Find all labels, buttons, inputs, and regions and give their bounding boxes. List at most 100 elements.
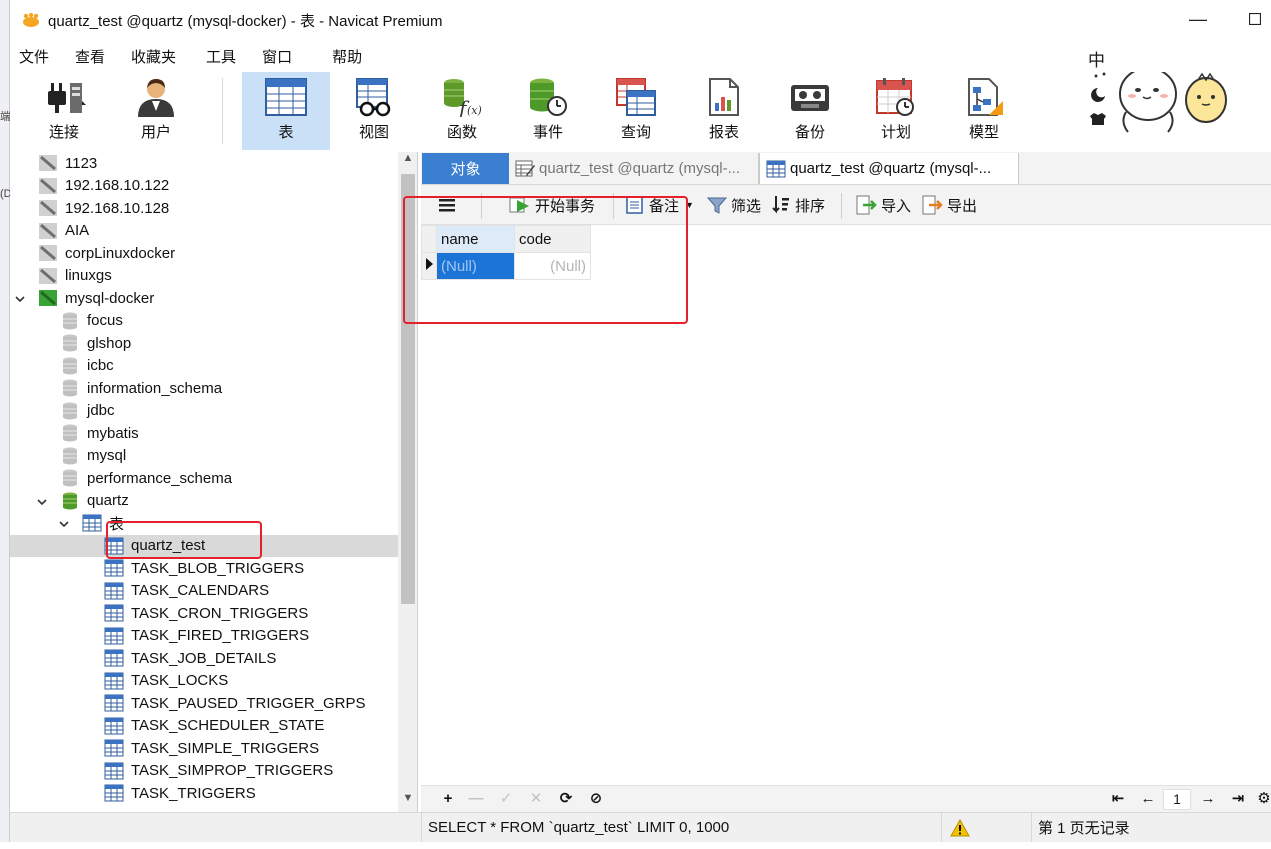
tab-objects[interactable]: 对象 — [422, 153, 509, 184]
view-icon — [356, 78, 391, 117]
minimize-button[interactable]: — — [1186, 8, 1210, 32]
sort-button[interactable]: 排序 — [771, 193, 825, 217]
tab-data-label: quartz_test @quartz (mysql-... — [790, 160, 992, 177]
table-icon — [104, 627, 124, 645]
tree-database[interactable]: information_schema — [10, 377, 398, 400]
user-icon — [138, 79, 174, 117]
scroll-up-icon[interactable]: ▲ — [398, 152, 417, 170]
function-button[interactable]: f (x) 函数 — [428, 72, 496, 150]
record-navigation-bar: + — ✓ ✕ ⟳ ⊘ ⇤ ← 1 → ⇥ ⚙ — [421, 785, 1271, 812]
tree-table[interactable]: TASK_CRON_TRIGGERS — [10, 602, 398, 625]
database-icon — [60, 312, 80, 330]
menu-tools[interactable]: 工具 — [199, 46, 243, 67]
tree-item-label: 1123 — [65, 154, 98, 172]
tree-table[interactable]: TASK_PAUSED_TRIGGER_GRPS — [10, 692, 398, 715]
tree-table[interactable]: TASK_BLOB_TRIGGERS — [10, 557, 398, 580]
tree-database-quartz[interactable]: quartz — [10, 490, 398, 513]
filter-label: 筛选 — [731, 197, 762, 215]
tree-views-group[interactable]: 视图 — [10, 805, 398, 813]
tree-table[interactable]: TASK_SIMPLE_TRIGGERS — [10, 737, 398, 760]
status-warning[interactable] — [941, 813, 1031, 842]
tree-item-label: icbc — [87, 357, 114, 375]
filter-button[interactable]: 筛选 — [707, 193, 761, 217]
tree-database[interactable]: focus — [10, 310, 398, 333]
highlight-box-grid — [403, 196, 688, 324]
last-page-button[interactable]: ⇥ — [1229, 790, 1247, 808]
tree-connection-mysql-docker[interactable]: mysql-docker — [10, 287, 398, 310]
tree-database[interactable]: mysql — [10, 445, 398, 468]
navicat-window: quartz_test @quartz (mysql-docker) - 表 -… — [10, 0, 1271, 842]
export-button[interactable]: 导出 — [921, 193, 977, 217]
discard-changes-button[interactable]: ✕ — [527, 790, 545, 808]
table-button[interactable]: 表 — [242, 72, 330, 150]
report-button[interactable]: 报表 — [690, 72, 758, 150]
next-page-button[interactable]: → — [1199, 790, 1217, 808]
tree-database[interactable]: glshop — [10, 332, 398, 355]
tree-database[interactable]: mybatis — [10, 422, 398, 445]
event-button[interactable]: 事件 — [514, 72, 582, 150]
scroll-down-icon[interactable]: ▼ — [398, 792, 417, 810]
chevron-down-icon[interactable] — [58, 517, 70, 529]
tree-database[interactable]: jdbc — [10, 400, 398, 423]
delete-record-button[interactable]: — — [467, 790, 485, 808]
menu-view[interactable]: 查看 — [68, 46, 112, 67]
table-icon — [104, 784, 124, 802]
database-icon — [60, 379, 80, 397]
tree-table[interactable]: TASK_CALENDARS — [10, 580, 398, 603]
export-icon — [922, 195, 943, 215]
settings-gear-icon[interactable]: ⚙ — [1255, 790, 1271, 808]
tree-database[interactable]: performance_schema — [10, 467, 398, 490]
previous-page-button[interactable]: ← — [1139, 790, 1157, 808]
table-icon — [104, 672, 124, 690]
table-icon — [104, 762, 124, 780]
connect-button[interactable]: 连接 — [30, 72, 98, 150]
tree-table[interactable]: TASK_SCHEDULER_STATE — [10, 715, 398, 738]
query-button[interactable]: 查询 — [602, 72, 670, 150]
tree-database[interactable]: icbc — [10, 355, 398, 378]
database-icon — [60, 402, 80, 420]
menu-favorites[interactable]: 收藏夹 — [124, 46, 183, 67]
first-page-button[interactable]: ⇤ — [1109, 790, 1127, 808]
model-button[interactable]: 模型 — [950, 72, 1018, 150]
add-record-button[interactable]: + — [439, 790, 457, 808]
tree-connection[interactable]: 1123 — [10, 152, 398, 175]
chevron-down-icon[interactable] — [14, 292, 26, 304]
tree-table[interactable]: TASK_FIRED_TRIGGERS — [10, 625, 398, 648]
view-button[interactable]: 视图 — [340, 72, 408, 150]
tree-table[interactable]: TASK_JOB_DETAILS — [10, 647, 398, 670]
page-number-input[interactable]: 1 — [1163, 789, 1191, 810]
menu-window[interactable]: 窗口 — [255, 46, 299, 67]
maximize-button[interactable] — [1243, 8, 1267, 32]
svg-text:(x): (x) — [467, 104, 482, 117]
chevron-down-icon[interactable] — [36, 495, 48, 507]
tree-item-label: performance_schema — [87, 469, 233, 487]
import-button[interactable]: 导入 — [855, 193, 911, 217]
tree-connection[interactable]: corpLinuxdocker — [10, 242, 398, 265]
tree-table[interactable]: TASK_TRIGGERS — [10, 782, 398, 805]
tree-connection[interactable]: 192.168.10.128 — [10, 197, 398, 220]
tree-connection[interactable]: linuxgs — [10, 265, 398, 288]
tab-data[interactable]: quartz_test @quartz (mysql-... — [759, 153, 1019, 184]
tree-item-label: TASK_SCHEDULER_STATE — [131, 717, 325, 735]
tab-design[interactable]: quartz_test @quartz (mysql-... — [509, 153, 759, 184]
tree-table[interactable]: TASK_SIMPROP_TRIGGERS — [10, 760, 398, 783]
connection-icon — [38, 199, 58, 217]
tree-connection[interactable]: 192.168.10.122 — [10, 175, 398, 198]
refresh-button[interactable]: ⟳ — [557, 790, 575, 808]
connection-icon — [38, 267, 58, 285]
menu-file[interactable]: 文件 — [12, 46, 56, 67]
connection-icon — [38, 177, 58, 195]
status-bar: SELECT * FROM `quartz_test` LIMIT 0, 100… — [10, 812, 1271, 842]
menu-help[interactable]: 帮助 — [325, 46, 369, 67]
tree-connection[interactable]: AIA — [10, 220, 398, 243]
tree-item-label: AIA — [65, 222, 90, 240]
stop-button[interactable]: ⊘ — [587, 790, 605, 808]
table-icon — [104, 649, 124, 667]
schedule-button[interactable]: 计划 — [862, 72, 930, 150]
title-bar: quartz_test @quartz (mysql-docker) - 表 -… — [10, 0, 1271, 40]
tree-item-label: jdbc — [87, 402, 115, 420]
user-button[interactable]: 用户 — [122, 72, 190, 150]
apply-changes-button[interactable]: ✓ — [497, 790, 515, 808]
tree-table[interactable]: TASK_LOCKS — [10, 670, 398, 693]
backup-button[interactable]: 备份 — [776, 72, 844, 150]
